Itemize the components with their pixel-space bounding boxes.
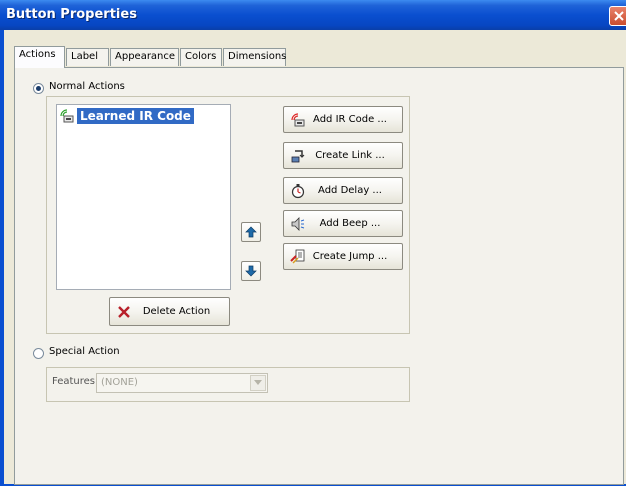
jump-icon [290,249,305,264]
tab-dimensions[interactable]: Dimensions [223,48,286,66]
title-bar[interactable]: Button Properties [0,0,626,30]
tab-label[interactable]: Label [66,48,109,66]
add-beep-button[interactable]: Add Beep ... [283,210,403,237]
create-link-button[interactable]: Create Link ... [283,142,403,169]
create-jump-button[interactable]: Create Jump ... [283,243,403,270]
close-icon [614,11,624,21]
tab-appearance[interactable]: Appearance [110,48,179,66]
delete-icon [118,305,130,318]
actions-listbox[interactable]: Learned IR Code [56,104,231,290]
tab-dimensions-label: Dimensions [228,51,287,62]
tab-actions-label: Actions [19,49,56,60]
delete-action-button[interactable]: Delete Action [109,297,230,326]
button-properties-window: Button Properties Actions Label Appearan… [0,0,626,486]
features-dropdown[interactable]: (NONE) [96,373,268,393]
stopwatch-icon [291,183,305,198]
list-item-label: Learned IR Code [77,108,194,124]
create-jump-label: Create Jump ... [312,251,388,262]
delete-action-label: Delete Action [142,306,211,317]
list-item[interactable]: Learned IR Code [59,107,194,125]
special-action-label: Special Action [49,346,120,357]
window-title: Button Properties [6,7,137,22]
ir-code-icon [60,109,74,123]
window-left-border [0,30,4,486]
add-ir-code-label: Add IR Code ... [313,114,387,125]
tab-appearance-label: Appearance [115,51,176,62]
ir-code-icon [291,112,305,126]
link-icon [291,149,305,162]
arrow-up-icon [245,226,257,238]
add-delay-button[interactable]: Add Delay ... [283,177,403,204]
create-link-label: Create Link ... [315,150,385,161]
features-label: Features: [52,376,99,387]
tab-colors-label: Colors [185,51,217,62]
add-beep-label: Add Beep ... [319,218,381,229]
arrow-down-icon [245,265,257,277]
tab-actions[interactable]: Actions [14,46,65,68]
add-ir-code-button[interactable]: Add IR Code ... [283,106,403,133]
add-delay-label: Add Delay ... [318,185,382,196]
move-down-button[interactable] [241,261,261,281]
normal-actions-label: Normal Actions [49,81,125,92]
close-button[interactable] [609,6,626,26]
speaker-icon [291,216,305,231]
special-action-radio[interactable] [33,348,44,359]
normal-actions-radio[interactable] [33,83,44,94]
tab-colors[interactable]: Colors [180,48,222,66]
radio-selected-dot [36,86,41,91]
features-dropdown-value: (NONE) [101,377,138,388]
tab-label-label: Label [71,51,98,62]
features-dropdown-button[interactable] [250,375,266,391]
chevron-down-icon [254,380,262,385]
move-up-button[interactable] [241,222,261,242]
